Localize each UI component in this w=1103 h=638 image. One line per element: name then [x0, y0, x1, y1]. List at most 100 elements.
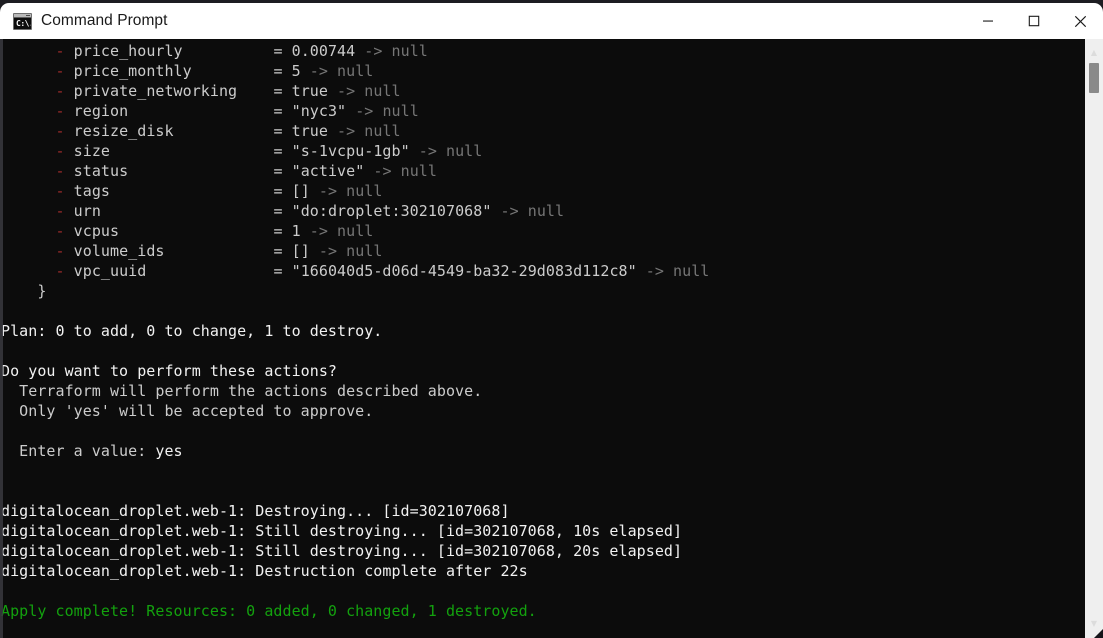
enter-value-prompt: Enter a value: [1, 442, 156, 460]
equals-sign: = [273, 242, 292, 260]
change-arrow: -> [418, 142, 447, 160]
old-value: true [291, 82, 338, 100]
attribute-name: size [73, 142, 274, 160]
window-controls [965, 3, 1103, 39]
closing-brace: } [1, 282, 47, 300]
plan-attribute-line: - urn = "do:droplet:302107068" -> null [0, 201, 1085, 221]
old-value: "active" [291, 162, 374, 180]
attribute-name: region [73, 102, 274, 120]
new-value: null [673, 262, 710, 280]
terminal-screen[interactable]: - price_hourly = 0.00744 -> null - price… [0, 39, 1085, 638]
apply-log-text: digitalocean_droplet.web-1: Destruction … [1, 562, 528, 580]
close-button[interactable] [1057, 3, 1103, 39]
remove-marker: - [55, 62, 74, 80]
new-value: null [527, 202, 565, 220]
closing-brace-line: } [0, 281, 1085, 301]
equals-sign: = [273, 102, 292, 120]
maximize-button[interactable] [1011, 3, 1057, 39]
change-arrow: -> [309, 62, 338, 80]
remove-marker: - [55, 202, 74, 220]
equals-sign: = [273, 162, 292, 180]
confirm-detail-text-2: Only 'yes' will be accepted to approve. [1, 402, 374, 420]
cmd-prompt-icon: C:\. [13, 12, 32, 30]
equals-sign: = [273, 202, 292, 220]
minimize-button[interactable] [965, 3, 1011, 39]
terminal-content-area[interactable]: - price_hourly = 0.00744 -> null - price… [0, 39, 1103, 638]
attribute-name: price_monthly [73, 62, 274, 80]
change-arrow: -> [337, 122, 365, 140]
remove-marker: - [55, 82, 74, 100]
plan-attribute-line: - tags = [] -> null [0, 181, 1085, 201]
plan-attribute-line: - vpc_uuid = "166040d5-d06d-4549-ba32-29… [0, 261, 1085, 281]
attribute-name: vpc_uuid [73, 262, 274, 280]
remove-marker: - [55, 142, 74, 160]
old-value: true [291, 122, 338, 140]
apply-log-text: digitalocean_droplet.web-1: Still destro… [1, 522, 683, 540]
old-value: "s-1vcpu-1gb" [291, 142, 419, 160]
cmd-icon-titlebar-strip [14, 13, 31, 18]
maximize-icon [1028, 15, 1040, 27]
window-titlebar[interactable]: C:\. Command Prompt [0, 3, 1103, 39]
plan-summary-text: Plan: 0 to add, 0 to change, 1 to destro… [1, 322, 383, 340]
scroll-down-arrow-icon[interactable]: ▼ [1085, 616, 1103, 632]
titlebar-left-group: C:\. Command Prompt [0, 3, 965, 39]
attribute-name: tags [73, 182, 274, 200]
window-title: Command Prompt [41, 12, 168, 29]
apply-log-line: digitalocean_droplet.web-1: Destroying..… [0, 501, 1085, 521]
plan-attribute-line: - private_networking = true -> null [0, 81, 1085, 101]
attribute-name: urn [73, 202, 274, 220]
remove-marker: - [55, 122, 74, 140]
apply-log-line: digitalocean_droplet.web-1: Still destro… [0, 541, 1085, 561]
plan-attribute-line: - volume_ids = [] -> null [0, 241, 1085, 261]
new-value: null [391, 42, 428, 60]
equals-sign: = [273, 142, 292, 160]
new-value: null [364, 82, 401, 100]
scroll-up-arrow-icon[interactable]: ▲ [1085, 45, 1103, 61]
attribute-name: private_networking [73, 82, 274, 100]
new-value: null [346, 182, 383, 200]
equals-sign: = [273, 82, 292, 100]
apply-log-text: digitalocean_droplet.web-1: Destroying..… [1, 502, 510, 520]
old-value: "do:droplet:302107068" [291, 202, 501, 220]
new-value: null [337, 222, 374, 240]
scrollbar-thumb[interactable] [1089, 63, 1099, 93]
attribute-name: vcpus [73, 222, 274, 240]
old-value: 0.00744 [291, 42, 365, 60]
minimize-icon [983, 20, 993, 22]
attribute-name: status [73, 162, 274, 180]
vertical-scrollbar[interactable]: ▲ ▼ [1085, 39, 1103, 638]
old-value: "166040d5-d06d-4549-ba32-29d083d112c8" [291, 262, 646, 280]
change-arrow: -> [309, 222, 338, 240]
new-value: null [400, 162, 437, 180]
apply-log-text: digitalocean_droplet.web-1: Still destro… [1, 542, 683, 560]
old-value: [] [291, 182, 319, 200]
change-arrow: -> [318, 182, 347, 200]
new-value: null [364, 122, 401, 140]
confirm-detail-line: Terraform will perform the actions descr… [0, 381, 1085, 401]
change-arrow: -> [337, 82, 365, 100]
remove-marker: - [55, 262, 74, 280]
new-value: null [346, 242, 383, 260]
old-value: [] [291, 242, 319, 260]
plan-attribute-line: - status = "active" -> null [0, 161, 1085, 181]
remove-marker: - [55, 162, 74, 180]
remove-marker: - [55, 242, 74, 260]
old-value: 5 [291, 62, 310, 80]
plan-attribute-line: - resize_disk = true -> null [0, 121, 1085, 141]
apply-log-line: digitalocean_droplet.web-1: Destruction … [0, 561, 1085, 581]
change-arrow: -> [500, 202, 528, 220]
new-value: null [446, 142, 483, 160]
